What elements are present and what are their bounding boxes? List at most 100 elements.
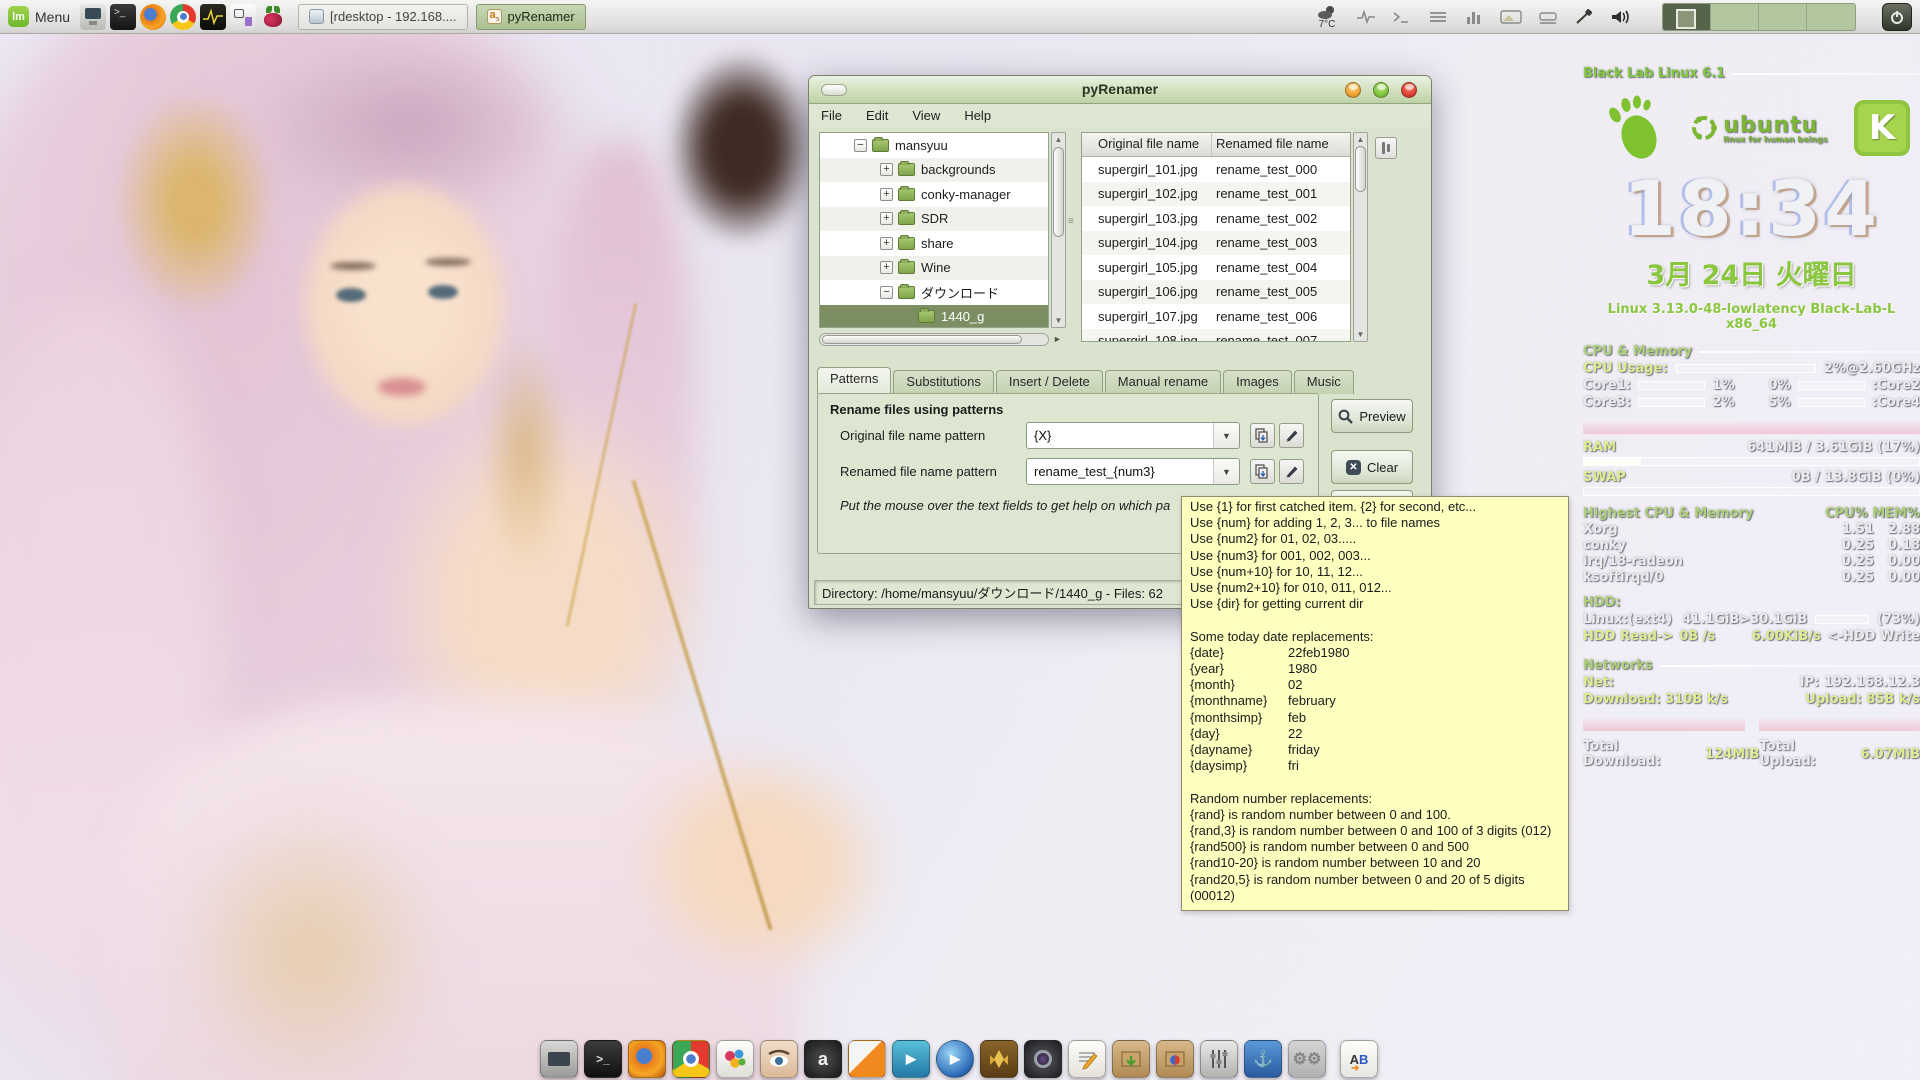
image-viewer-icon[interactable] — [1500, 9, 1522, 25]
firefox-launcher-icon[interactable] — [140, 4, 166, 30]
dock-icon-media-player[interactable]: ▶ — [936, 1040, 974, 1078]
file-row[interactable]: supergirl_106.jpgrename_test_005 — [1082, 280, 1350, 305]
original-pattern-value[interactable]: {X} — [1027, 428, 1213, 443]
renamed-pattern-value[interactable]: rename_test_{num3} — [1027, 464, 1213, 479]
file-row[interactable]: supergirl_105.jpgrename_test_004 — [1082, 255, 1350, 280]
tree-horizontal-scrollbar[interactable] — [819, 333, 1049, 346]
column-original[interactable]: Original file name — [1082, 133, 1212, 156]
volume-icon[interactable] — [1610, 8, 1632, 26]
dock-icon-package-manager[interactable] — [1156, 1040, 1194, 1078]
workspace-1[interactable] — [1663, 4, 1711, 30]
tab-music[interactable]: Music — [1294, 370, 1354, 394]
preview-button[interactable]: Preview — [1331, 399, 1413, 433]
expand-expander-icon[interactable]: + — [880, 188, 893, 201]
scroll-up-icon[interactable]: ▲ — [1052, 135, 1065, 144]
tree-vertical-scrollbar[interactable]: ▲ ▼ — [1051, 132, 1066, 328]
dock-icon-package-installer[interactable] — [1112, 1040, 1150, 1078]
workspace-switcher[interactable] — [1662, 3, 1856, 31]
dock-icon-camera-lens[interactable] — [1024, 1040, 1062, 1078]
power-button[interactable] — [1882, 3, 1912, 31]
dock-icon-translator[interactable]: AB➜ — [1340, 1040, 1378, 1078]
tab-insert-delete[interactable]: Insert / Delete — [996, 370, 1103, 394]
pattern-edit-button[interactable] — [1279, 459, 1304, 484]
menu-help[interactable]: Help — [952, 105, 1003, 126]
raspberry-launcher-icon[interactable] — [260, 4, 286, 30]
dock-icon-dock-settings[interactable]: ⚓ — [1244, 1040, 1282, 1078]
terminal-tray-icon[interactable] — [1392, 9, 1412, 25]
expand-expander-icon[interactable]: + — [880, 163, 893, 176]
pattern-insert-button[interactable] — [1250, 459, 1275, 484]
lab-tool-launcher-icon[interactable] — [230, 4, 256, 30]
collapse-expander-icon[interactable]: − — [854, 139, 867, 152]
pattern-insert-button[interactable] — [1250, 423, 1275, 448]
close-button[interactable] — [1401, 82, 1417, 98]
dock-icon-firefox[interactable] — [628, 1040, 666, 1078]
terminal-launcher-icon[interactable]: >_ — [110, 4, 136, 30]
menu-view[interactable]: View — [900, 105, 952, 126]
file-row[interactable]: supergirl_107.jpgrename_test_006 — [1082, 304, 1350, 329]
scroll-down-icon[interactable]: ▼ — [1354, 330, 1367, 339]
menu-edit[interactable]: Edit — [854, 105, 900, 126]
connector-icon[interactable] — [1574, 8, 1594, 26]
directory-tree[interactable]: − mansyuu + backgrounds + conky-manager … — [819, 132, 1049, 328]
workspace-3[interactable] — [1759, 4, 1807, 30]
bar-chart-icon[interactable] — [1464, 9, 1484, 25]
file-row[interactable]: supergirl_102.jpgrename_test_001 — [1082, 182, 1350, 207]
tree-row[interactable]: + backgrounds — [820, 158, 1048, 183]
clear-button[interactable]: ✕ Clear — [1331, 450, 1413, 484]
dock-icon-chrome[interactable] — [672, 1040, 710, 1078]
titlebar[interactable]: pyRenamer — [809, 76, 1431, 104]
taskbar-item-rdesktop[interactable]: [rdesktop - 192.168.... — [298, 4, 467, 30]
expand-expander-icon[interactable]: + — [880, 261, 893, 274]
dock-icon-gears[interactable]: ⚙⚙ — [1288, 1040, 1326, 1078]
scroll-up-icon[interactable]: ▲ — [1354, 135, 1367, 144]
workspace-2[interactable] — [1711, 4, 1759, 30]
dock-icon-sound-mixer[interactable] — [1200, 1040, 1238, 1078]
scroll-right-icon[interactable]: ► — [1053, 334, 1062, 344]
minimize-button[interactable] — [1345, 82, 1361, 98]
dock-icon-terminal[interactable]: >_ — [584, 1040, 622, 1078]
tree-row[interactable]: + conky-manager — [820, 182, 1048, 207]
file-list-header[interactable]: Original file name Renamed file name — [1082, 133, 1350, 157]
dock-icon-computer[interactable] — [540, 1040, 578, 1078]
tab-substitutions[interactable]: Substitutions — [893, 370, 993, 394]
file-row[interactable]: supergirl_103.jpgrename_test_002 — [1082, 206, 1350, 231]
tree-row[interactable]: + share — [820, 231, 1048, 256]
menu-lines-icon[interactable] — [1428, 9, 1448, 25]
tab-patterns[interactable]: Patterns — [817, 367, 891, 394]
chevron-down-icon[interactable]: ▼ — [1213, 459, 1239, 484]
renamed-pattern-combo[interactable]: rename_test_{num3} ▼ — [1026, 458, 1240, 485]
oscilloscope-launcher-icon[interactable] — [200, 4, 226, 30]
column-options-button[interactable] — [1375, 137, 1397, 159]
taskbar-item-pyrenamer[interactable]: as pyRenamer — [476, 4, 586, 30]
weather-applet[interactable]: 7°C — [1316, 4, 1338, 30]
eject-icon[interactable] — [1538, 9, 1558, 25]
file-row[interactable]: supergirl_104.jpgrename_test_003 — [1082, 231, 1350, 256]
dock-icon-openshot[interactable] — [848, 1040, 886, 1078]
file-list[interactable]: Original file name Renamed file name sup… — [1081, 132, 1351, 342]
tree-row[interactable]: + Wine — [820, 256, 1048, 281]
file-row-partial[interactable]: supergirl_108.jpgrename_test_007 — [1082, 329, 1350, 343]
system-monitor-icon[interactable] — [1356, 9, 1376, 25]
dock-icon-golden-crest[interactable] — [980, 1040, 1018, 1078]
dock-icon-text-editor[interactable] — [1068, 1040, 1106, 1078]
dock-icon-audacious[interactable]: a — [804, 1040, 842, 1078]
menu-button[interactable]: lm Menu — [0, 0, 80, 34]
expand-expander-icon[interactable]: + — [880, 237, 893, 250]
original-pattern-combo[interactable]: {X} ▼ — [1026, 422, 1240, 449]
dock-icon-gimp[interactable] — [716, 1040, 754, 1078]
tab-manual-rename[interactable]: Manual rename — [1105, 370, 1221, 394]
collapse-expander-icon[interactable]: − — [880, 286, 893, 299]
column-renamed[interactable]: Renamed file name — [1212, 133, 1350, 156]
tree-row[interactable]: − ダウンロード — [820, 280, 1048, 305]
workspace-4[interactable] — [1807, 4, 1855, 30]
tree-row-selected[interactable]: 1440_g — [820, 305, 1048, 329]
chevron-down-icon[interactable]: ▼ — [1213, 423, 1239, 448]
dock-icon-video-converter[interactable]: ▶ — [892, 1040, 930, 1078]
file-row[interactable]: supergirl_101.jpgrename_test_000 — [1082, 157, 1350, 182]
maximize-button[interactable] — [1373, 82, 1389, 98]
dock-icon-eye-viewer[interactable] — [760, 1040, 798, 1078]
pattern-edit-button[interactable] — [1279, 423, 1304, 448]
tree-row[interactable]: + SDR — [820, 207, 1048, 232]
tab-images[interactable]: Images — [1223, 370, 1292, 394]
